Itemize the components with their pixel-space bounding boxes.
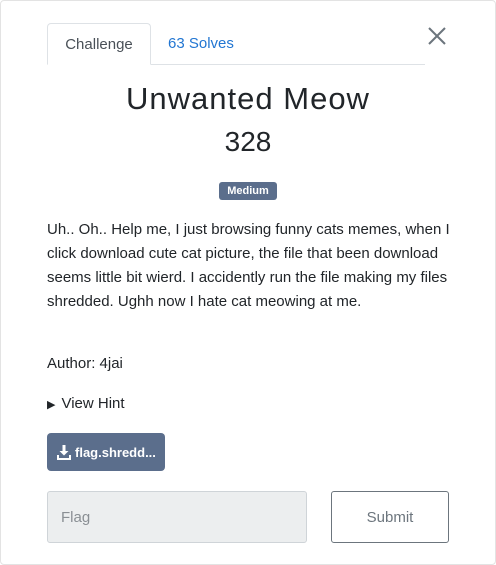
challenge-title: Unwanted Meow (126, 81, 370, 116)
flag-input[interactable] (47, 491, 307, 543)
disclosure-triangle-icon: ▶ (47, 399, 56, 411)
hint-label: View Hint (61, 395, 125, 412)
challenge-points: 328 (224, 126, 272, 157)
close-icon[interactable] (426, 25, 448, 47)
difficulty-badge: Medium (219, 182, 277, 200)
tab-bar: Challenge 63 Solves (47, 23, 425, 65)
view-hint-toggle[interactable]: ▶ View Hint (47, 395, 125, 412)
download-icon (57, 445, 71, 460)
submit-button[interactable]: Submit (331, 491, 449, 543)
challenge-description: Uh.. Oh.. Help me, I just browsing funny… (47, 221, 450, 310)
tab-challenge[interactable]: Challenge (47, 23, 151, 65)
download-file-button[interactable]: flag.shredd... (47, 433, 165, 471)
challenge-author: Author: 4jai (47, 355, 123, 372)
difficulty-container: Medium (1, 181, 495, 200)
file-name-label: flag.shredd... (75, 444, 156, 460)
challenge-modal: Challenge 63 Solves Unwanted Meow 328 Me… (0, 0, 496, 565)
tab-solves[interactable]: 63 Solves (151, 23, 250, 64)
